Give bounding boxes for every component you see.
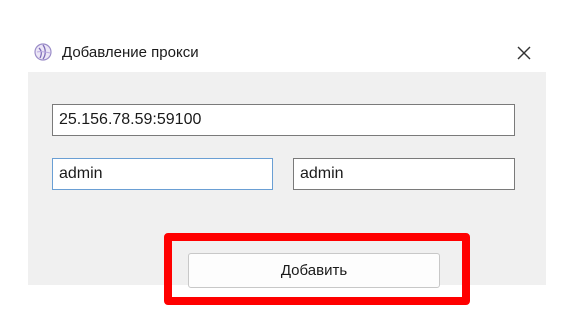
login-input[interactable] xyxy=(52,158,273,190)
title-bar: Добавление прокси xyxy=(28,34,546,72)
close-button[interactable] xyxy=(504,36,544,70)
close-icon xyxy=(517,46,531,60)
app-logo-icon xyxy=(34,43,52,61)
proxy-address-input[interactable] xyxy=(52,104,515,136)
add-button[interactable]: Добавить xyxy=(188,253,440,288)
screenshot-stage: Добавление прокси Добавить xyxy=(0,0,579,314)
password-input[interactable] xyxy=(293,158,515,190)
add-proxy-dialog: Добавление прокси Добавить xyxy=(28,34,546,305)
window-title: Добавление прокси xyxy=(62,44,199,61)
